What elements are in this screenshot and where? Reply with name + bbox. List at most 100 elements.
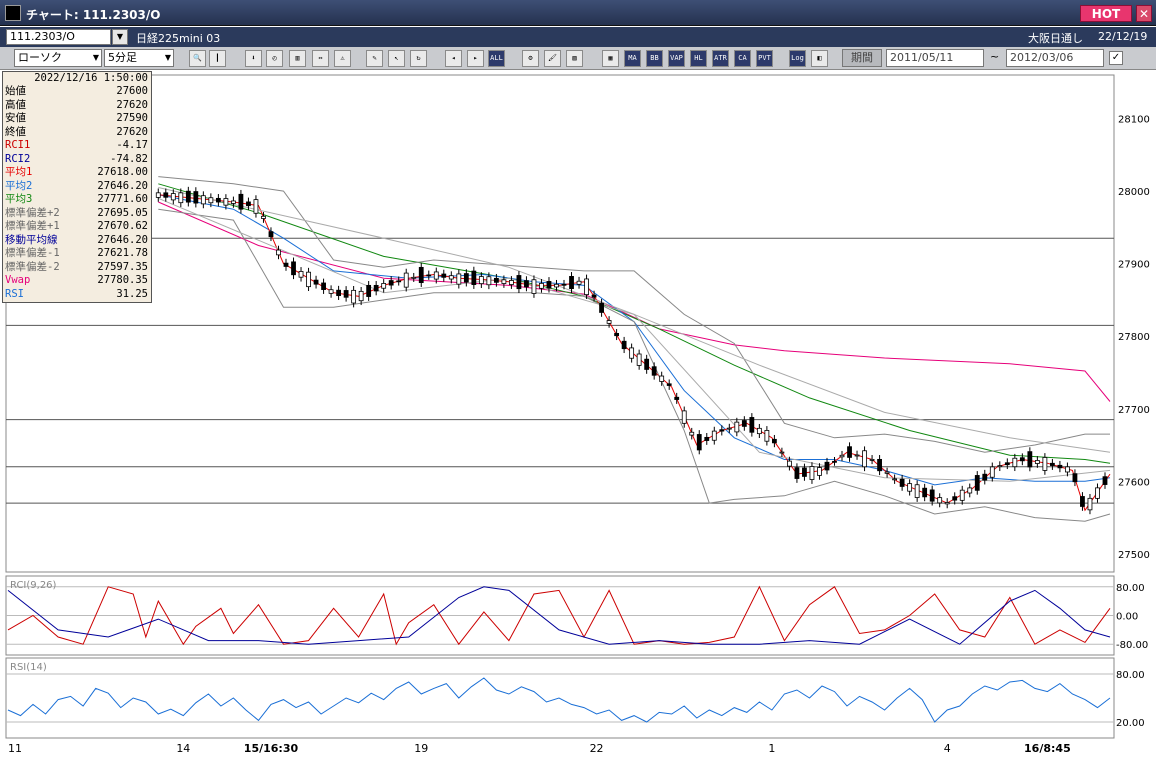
candle-body <box>261 215 266 219</box>
legend-label: RCI1 <box>5 139 31 151</box>
candle-body <box>433 271 439 280</box>
symbol-dropdown-button[interactable]: ▼ <box>112 29 128 45</box>
candle-body <box>764 430 770 442</box>
x-axis-label: 11 <box>8 742 22 755</box>
candle-body <box>599 302 604 313</box>
vwap-icon[interactable]: VAP <box>668 50 685 67</box>
x-axis-label: 14 <box>176 742 190 755</box>
legend-label: 平均3 <box>5 193 33 205</box>
pvt-icon[interactable]: PVT <box>756 50 773 67</box>
close-button[interactable]: ✕ <box>1136 5 1152 22</box>
candle-body <box>907 483 913 492</box>
period-button[interactable]: 期間 <box>842 49 882 67</box>
zoom-icon[interactable]: 🔍 <box>189 50 206 67</box>
candle-body <box>388 280 394 286</box>
chart-area[interactable]: 28100 28000 27900 27800 27700 27600 27500 80.00… <box>0 70 1156 760</box>
download-icon[interactable]: ⬇ <box>245 50 262 67</box>
chart-type-select[interactable]: ローソク ▼ <box>14 49 102 67</box>
candle-body <box>493 277 499 283</box>
all-icon[interactable]: ALL <box>488 50 505 67</box>
candle-body <box>381 283 387 289</box>
candle-body <box>771 438 777 444</box>
candle-body <box>696 434 702 451</box>
candle-body <box>170 193 176 201</box>
candle-body <box>704 436 710 441</box>
grid-icon[interactable]: ▦ <box>602 50 619 67</box>
refresh-icon[interactable]: ↻ <box>410 50 427 67</box>
ca-icon[interactable]: CA <box>734 50 751 67</box>
ma-icon[interactable]: MA <box>624 50 641 67</box>
candle-body <box>659 375 665 382</box>
x-axis-label: 19 <box>414 742 428 755</box>
warning-icon[interactable]: ⚠ <box>334 50 351 67</box>
candle-right-icon[interactable]: ▸ <box>467 50 484 67</box>
candle-body <box>185 190 191 203</box>
date-to-input[interactable]: 2012/03/06 <box>1006 49 1104 67</box>
legend-label: RCI2 <box>5 152 31 165</box>
price-tick-label: 27600 <box>1118 477 1150 488</box>
log-icon[interactable]: Log <box>789 50 806 67</box>
gear-icon[interactable]: ⚙ <box>522 50 539 67</box>
current-date: 22/12/19 <box>1098 30 1148 43</box>
rsi-tick-label: 20.00 <box>1116 718 1145 729</box>
candle-left-icon[interactable]: ◂ <box>445 50 462 67</box>
candle-body <box>591 294 597 298</box>
candle-body <box>584 278 589 296</box>
candle-body <box>817 467 822 476</box>
candle-body <box>426 274 432 277</box>
candle-body <box>651 366 657 376</box>
bb-icon[interactable]: BB <box>646 50 663 67</box>
rsi-panel-label: RSI(14) <box>10 662 47 673</box>
rci-tick-label: 80.00 <box>1116 583 1145 594</box>
candle-body <box>1057 464 1063 469</box>
candle-body <box>674 396 680 400</box>
legend-datetime: 2022/12/16 1:50:00 <box>34 72 148 84</box>
candle-body <box>193 191 199 204</box>
candle-body <box>922 487 928 498</box>
candle-body <box>1095 487 1100 499</box>
column-icon[interactable]: ┃ <box>209 50 226 67</box>
candle-body <box>366 284 372 297</box>
candle-body <box>208 197 214 204</box>
date-from-input[interactable]: 2011/05/11 <box>886 49 984 67</box>
interval-select[interactable]: 5分足 ▼ <box>104 49 174 67</box>
brush-icon[interactable]: 🖌 <box>544 50 561 67</box>
symbol-input[interactable]: 111.2303/O <box>6 29 111 45</box>
candle-body <box>1004 462 1010 466</box>
date-range-checkbox[interactable]: ✓ <box>1109 51 1123 65</box>
candle-body <box>246 201 251 207</box>
legend-row: 高値 27620 <box>3 99 151 113</box>
atr-icon[interactable]: ATR <box>712 50 729 67</box>
clock-icon[interactable]: ◴ <box>266 50 283 67</box>
candle-body <box>343 290 349 298</box>
price-tick-label: 27500 <box>1118 550 1150 561</box>
candle-body <box>576 280 582 285</box>
candle-body <box>944 502 950 505</box>
candle-body <box>989 466 995 478</box>
candle-body <box>373 284 379 292</box>
candle-body <box>1087 497 1093 511</box>
legend-label: 標準偏差+2 <box>5 206 60 219</box>
candle-body <box>629 347 635 359</box>
cursor-icon[interactable]: ↖ <box>388 50 405 67</box>
candle-body <box>877 458 882 472</box>
rsi-tick-label: 80.00 <box>1116 670 1145 681</box>
candle-body <box>644 358 650 370</box>
legend-row: 安値 27590 <box>3 112 151 126</box>
chart-background <box>0 70 1156 760</box>
candle-body <box>802 467 807 477</box>
arrows-icon[interactable]: ⇔ <box>312 50 329 67</box>
x-axis-label: 4 <box>944 742 951 755</box>
scale-icon[interactable]: ▥ <box>289 50 306 67</box>
candle-body <box>914 484 920 498</box>
candle-body <box>952 496 958 501</box>
palette-icon[interactable]: ▨ <box>566 50 583 67</box>
hot-button[interactable]: HOT <box>1080 5 1132 22</box>
candle-body <box>839 454 845 458</box>
legend-value: -74.82 <box>110 152 148 165</box>
window-title: チャート: 111.2303/O <box>26 8 161 22</box>
candle-body <box>471 270 477 285</box>
split-icon[interactable]: ◧ <box>811 50 828 67</box>
pen-icon[interactable]: ✎ <box>366 50 383 67</box>
hl-icon[interactable]: HL <box>690 50 707 67</box>
